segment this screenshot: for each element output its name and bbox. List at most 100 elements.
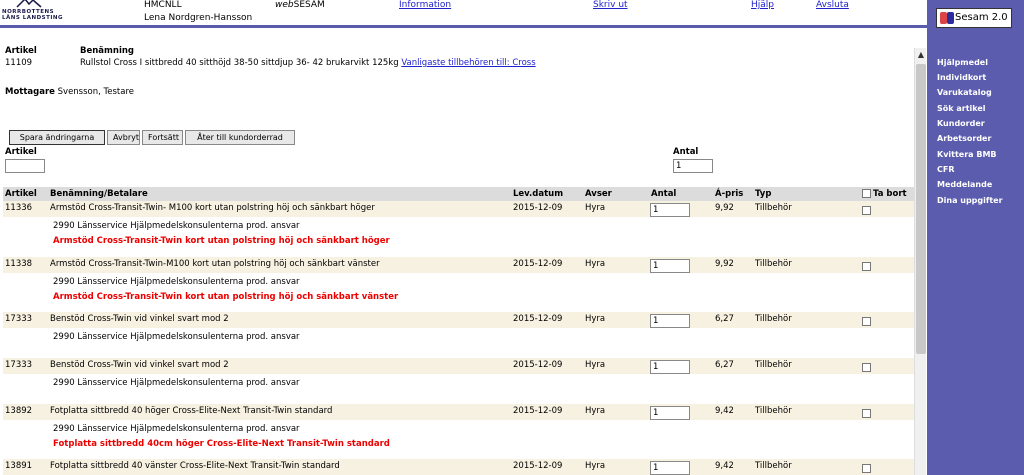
cell-apris: 6,27 <box>715 360 734 370</box>
cell-apris: 6,27 <box>715 314 734 324</box>
quantity-input[interactable] <box>650 259 690 273</box>
remove-checkbox[interactable] <box>862 363 871 372</box>
scroll-thumb[interactable] <box>916 64 926 354</box>
app-name-suffix: SESAM <box>293 0 325 10</box>
cell-levdatum: 2015-12-09 <box>513 406 563 416</box>
article-description: Rullstol Cross I sittbredd 40 sitthöjd 3… <box>80 58 536 68</box>
app-name: webSESAM <box>275 0 325 10</box>
user-name: Lena Nordgren-Hansson <box>144 13 253 23</box>
mottagare-label: Mottagare <box>5 87 55 97</box>
cancel-button[interactable]: Avbryt <box>107 130 140 145</box>
logo-line2: LÄNS LANDSTING <box>2 15 64 21</box>
table-header: Artikel Benämning/Betalare Lev.datum Avs… <box>3 187 916 201</box>
vertical-scrollbar[interactable]: ▲ <box>914 48 926 475</box>
table-row: 11336 Armstöd Cross-Transit-Twin- M100 k… <box>3 201 916 257</box>
header-divider <box>0 25 927 28</box>
payer-text: 2990 Länsservice Hjälpmedelskonsulentern… <box>53 378 300 388</box>
sidebar-item-cfr[interactable]: CFR <box>937 165 955 174</box>
remove-checkbox[interactable] <box>862 262 871 271</box>
col-typ: Typ <box>755 189 772 199</box>
cell-typ: Tillbehör <box>755 259 792 269</box>
cell-benamning: Armstöd Cross-Transit-Twin- M100 kort ut… <box>50 203 375 213</box>
table-row: 13892 Fotplatta sittbredd 40 höger Cross… <box>3 404 916 460</box>
logo: NORRBOTTENS LÄNS LANDSTING <box>2 0 64 24</box>
cell-typ: Tillbehör <box>755 203 792 213</box>
link-print[interactable]: Skriv ut <box>593 0 628 10</box>
col-levdatum: Lev.datum <box>513 189 564 199</box>
mottagare-value: Svensson, Testare <box>57 87 135 97</box>
cell-benamning: Benstöd Cross-Twin vid vinkel svart mod … <box>50 314 229 324</box>
row-note: Armstöd Cross-Transit-Twin kort utan pol… <box>53 236 390 246</box>
cell-artikel: 13892 <box>5 406 33 416</box>
remove-checkbox[interactable] <box>862 409 871 418</box>
remove-checkbox[interactable] <box>862 317 871 326</box>
col-avser: Avser <box>585 189 612 199</box>
quantity-input[interactable] <box>650 360 690 374</box>
row-note: Fotplatta sittbredd 40cm höger Cross-Eli… <box>53 439 390 449</box>
cell-levdatum: 2015-12-09 <box>513 314 563 324</box>
cell-avser: Hyra <box>585 314 606 324</box>
benamning-label: Benämning <box>80 46 134 56</box>
table-row: 17333 Benstöd Cross-Twin vid vinkel svar… <box>3 358 916 404</box>
remove-checkbox[interactable] <box>862 464 871 473</box>
article-description-text: Rullstol Cross I sittbredd 40 sitthöjd 3… <box>80 58 399 68</box>
link-information[interactable]: Information <box>399 0 451 10</box>
cell-benamning: Armstöd Cross-Transit-Twin-M100 kort uta… <box>50 259 380 269</box>
sidebar-item-individkort[interactable]: Individkort <box>937 73 986 82</box>
cell-artikel: 11338 <box>5 259 33 269</box>
cell-apris: 9,42 <box>715 461 734 471</box>
brand-red-icon <box>940 12 947 24</box>
mottagare: Mottagare Svensson, Testare <box>5 87 134 97</box>
cell-artikel: 17333 <box>5 314 33 324</box>
quantity-input[interactable] <box>650 203 690 217</box>
remove-checkbox[interactable] <box>862 206 871 215</box>
brand-logo[interactable]: Sesam 2.0 <box>936 8 1012 28</box>
cell-avser: Hyra <box>585 360 606 370</box>
cell-avser: Hyra <box>585 259 606 269</box>
table-row: 13891 Fotplatta sittbredd 40 vänster Cro… <box>3 459 916 475</box>
add-quantity-input[interactable] <box>673 159 713 173</box>
continue-button[interactable]: Fortsätt <box>142 130 183 145</box>
article-number: 11109 <box>5 58 33 68</box>
sidebar-item-sok-artikel[interactable]: Sök artikel <box>937 104 986 113</box>
cell-avser: Hyra <box>585 406 606 416</box>
add-article-label: Artikel <box>5 147 37 157</box>
col-apris: Á-pris <box>715 189 744 199</box>
cell-benamning: Benstöd Cross-Twin vid vinkel svart mod … <box>50 360 229 370</box>
cell-avser: Hyra <box>585 461 606 471</box>
article-label: Artikel <box>5 46 37 56</box>
cell-levdatum: 2015-12-09 <box>513 259 563 269</box>
select-all-checkbox[interactable] <box>862 189 871 198</box>
sidebar-item-kundorder[interactable]: Kundorder <box>937 119 985 128</box>
col-antal: Antal <box>651 189 677 199</box>
accessories-link[interactable]: Vanligaste tillbehören till: Cross <box>401 58 535 68</box>
sidebar-item-kvittera-bmb[interactable]: Kvittera BMB <box>937 150 997 159</box>
add-article-input[interactable] <box>5 159 45 173</box>
save-button[interactable]: Spara ändringarna <box>9 130 105 145</box>
sidebar-item-dina-uppgifter[interactable]: Dina uppgifter <box>937 196 1003 205</box>
link-help[interactable]: Hjälp <box>751 0 774 10</box>
cell-artikel: 13891 <box>5 461 33 471</box>
app-name-prefix: web <box>275 0 294 10</box>
quantity-input[interactable] <box>650 314 690 328</box>
cell-apris: 9,42 <box>715 406 734 416</box>
cell-benamning: Fotplatta sittbredd 40 vänster Cross-Eli… <box>50 461 340 471</box>
back-to-order-row-button[interactable]: Åter till kundorderrad <box>185 130 295 145</box>
payer-text: 2990 Länsservice Hjälpmedelskonsulentern… <box>53 277 300 287</box>
sidebar-item-varukatalog[interactable]: Varukatalog <box>937 88 992 97</box>
col-ta-bort: Ta bort <box>873 189 907 199</box>
payer-text: 2990 Länsservice Hjälpmedelskonsulentern… <box>53 221 300 231</box>
org-name: HMCNLL <box>144 0 182 10</box>
col-benamning: Benämning/Betalare <box>50 189 148 199</box>
scroll-up-icon[interactable]: ▲ <box>915 50 927 62</box>
payer-text: 2990 Länsservice Hjälpmedelskonsulentern… <box>53 332 300 342</box>
sidebar-item-hjalpmedel[interactable]: Hjälpmedel <box>937 58 988 67</box>
link-logout[interactable]: Avsluta <box>816 0 849 10</box>
col-artikel: Artikel <box>5 189 37 199</box>
quantity-input[interactable] <box>650 406 690 420</box>
top-header: NORRBOTTENS LÄNS LANDSTING HMCNLL Lena N… <box>0 0 927 26</box>
sidebar-item-arbetsorder[interactable]: Arbetsorder <box>937 134 991 143</box>
cell-apris: 9,92 <box>715 203 734 213</box>
sidebar-item-meddelande[interactable]: Meddelande <box>937 180 992 189</box>
quantity-input[interactable] <box>650 461 690 475</box>
